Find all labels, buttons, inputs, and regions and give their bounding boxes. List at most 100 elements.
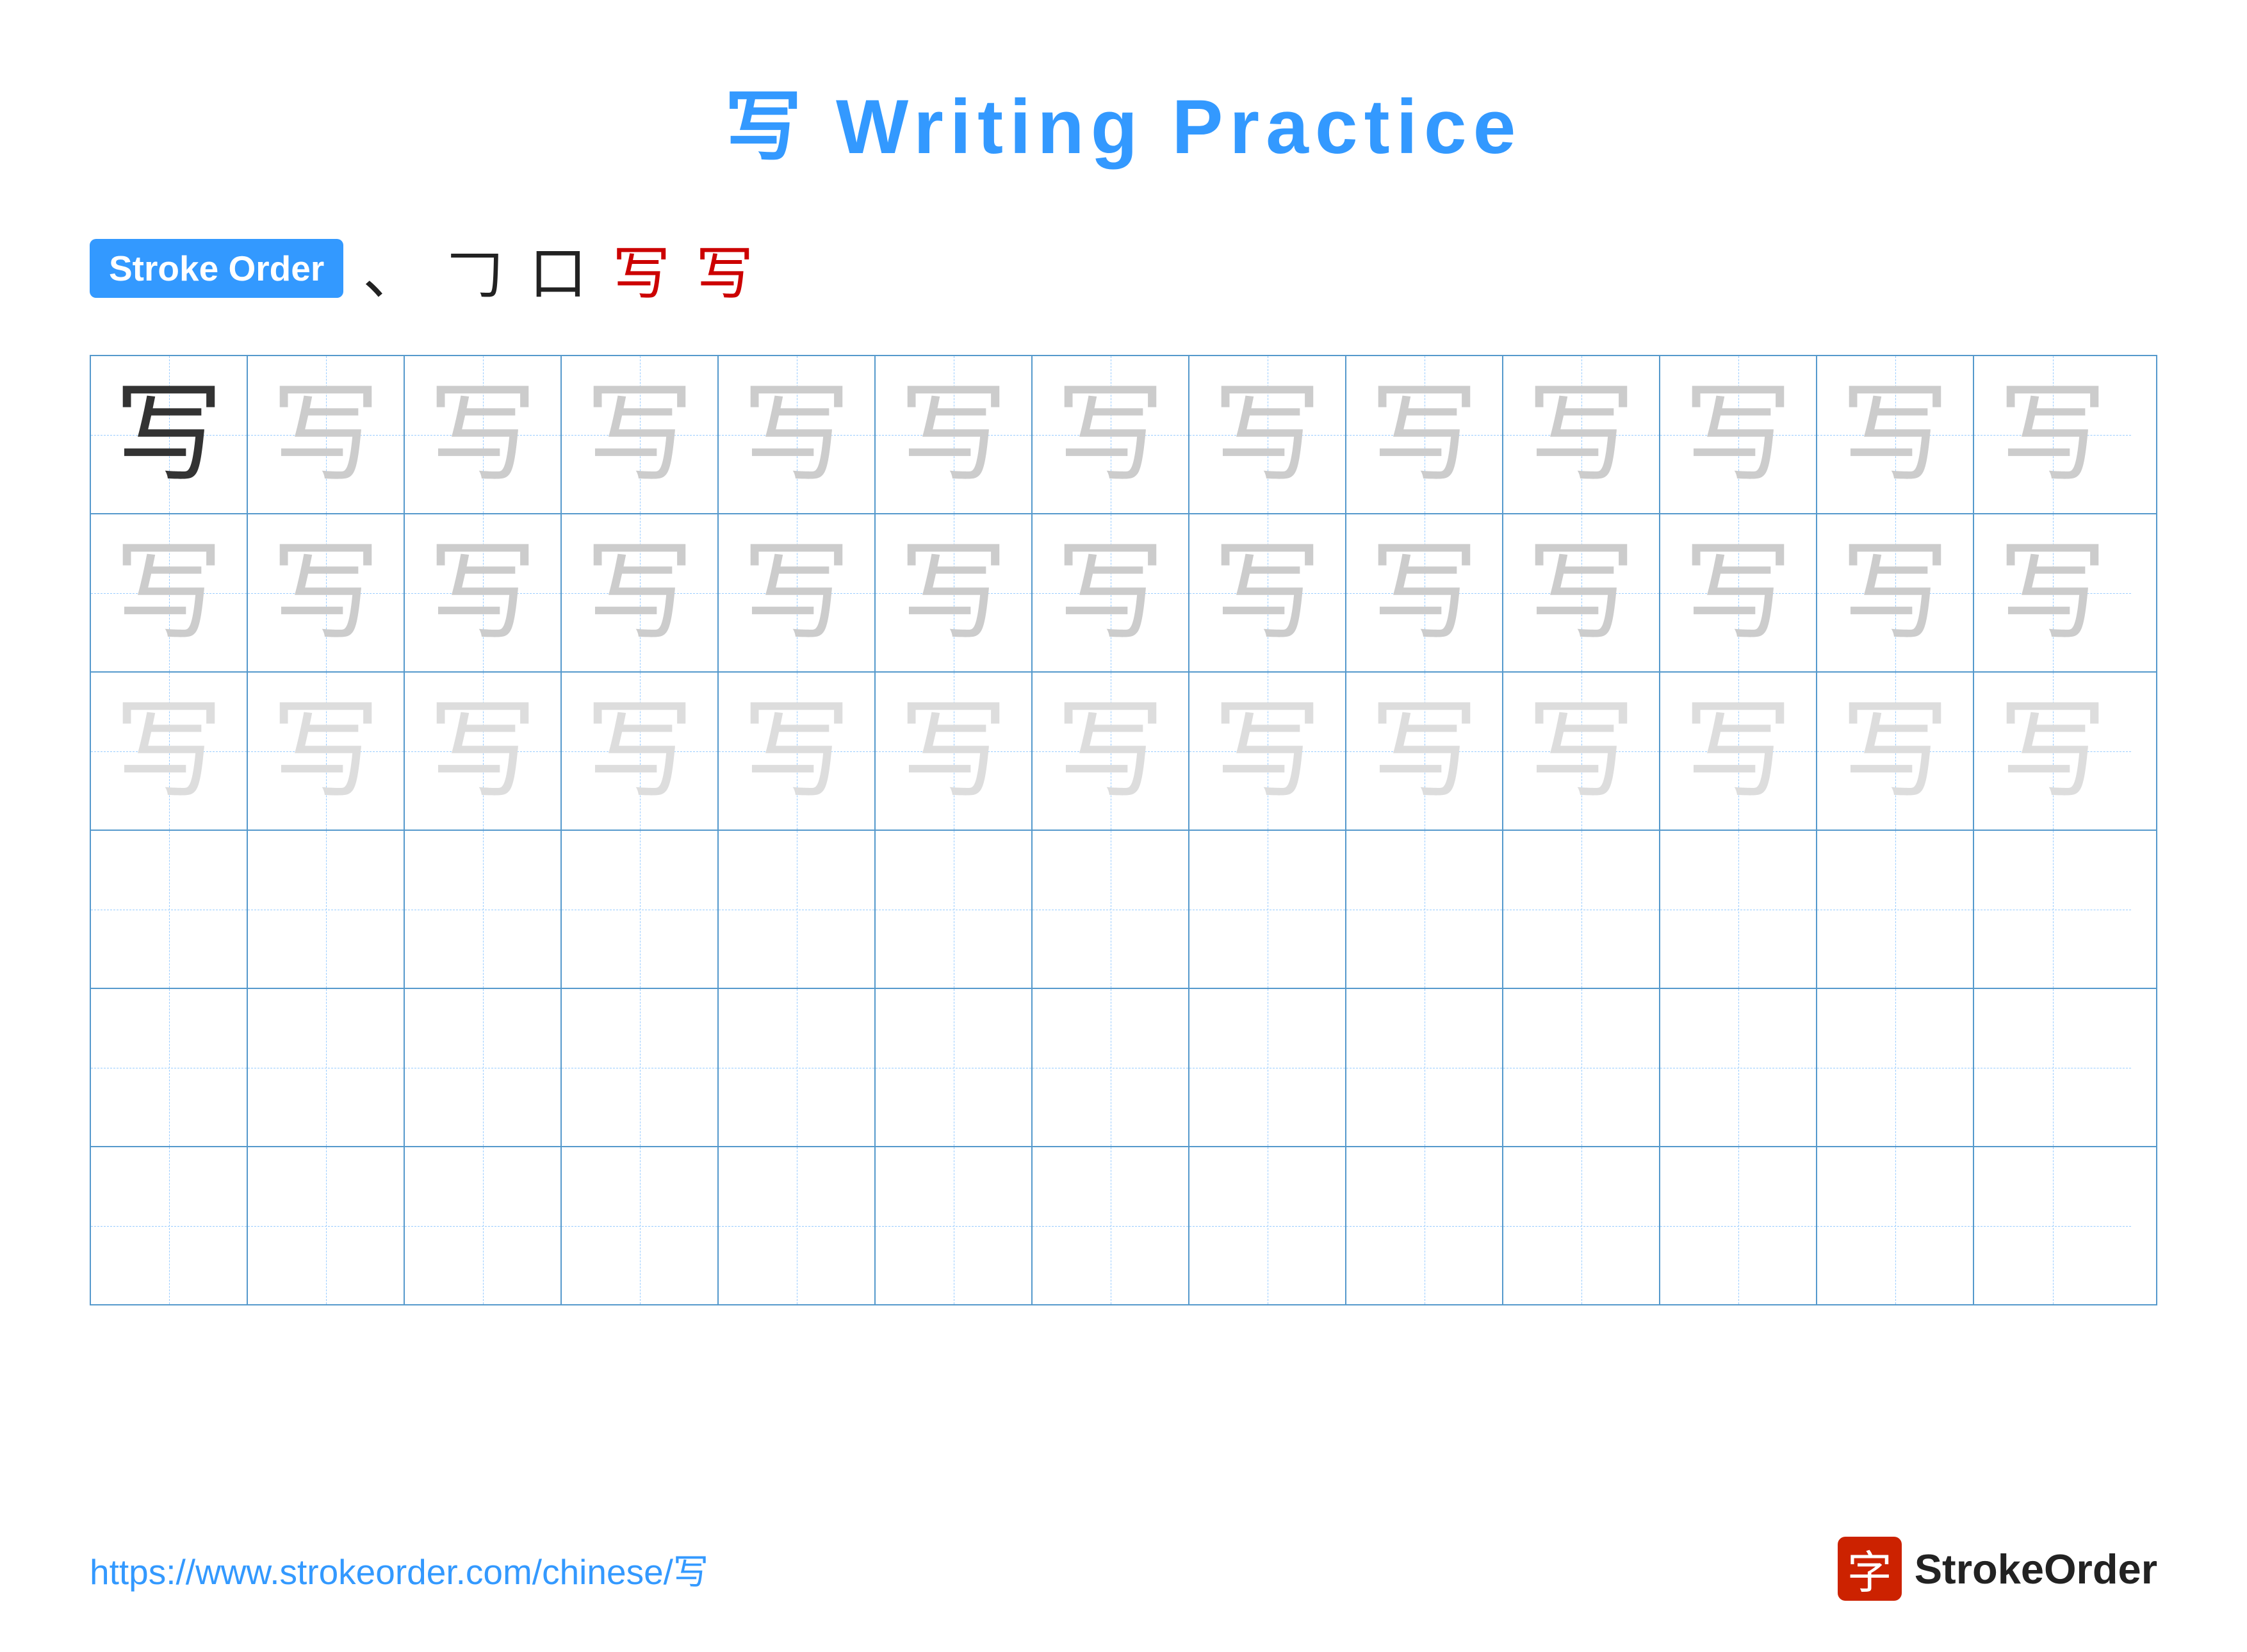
grid-cell[interactable]: 写 bbox=[248, 356, 405, 513]
grid-cell[interactable] bbox=[248, 1147, 405, 1304]
grid-cell[interactable]: 写 bbox=[1974, 673, 2131, 830]
grid-cell[interactable] bbox=[248, 831, 405, 988]
grid-cell[interactable] bbox=[1033, 989, 1189, 1146]
grid-cell[interactable]: 写 bbox=[876, 673, 1033, 830]
grid-cell[interactable] bbox=[562, 989, 719, 1146]
grid-cell[interactable] bbox=[719, 989, 876, 1146]
grid-row-0: 写写写写写写写写写写写写写 bbox=[91, 356, 2156, 514]
grid-cell[interactable]: 写 bbox=[1817, 673, 1974, 830]
grid-cell[interactable]: 写 bbox=[1503, 673, 1660, 830]
grid-cell[interactable] bbox=[1974, 1147, 2131, 1304]
grid-cell[interactable]: 写 bbox=[719, 356, 876, 513]
grid-cell[interactable] bbox=[1503, 989, 1660, 1146]
practice-char: 写 bbox=[1998, 380, 2107, 489]
grid-cell[interactable] bbox=[1033, 831, 1189, 988]
grid-cell[interactable]: 写 bbox=[1974, 356, 2131, 513]
practice-char: 写 bbox=[1998, 697, 2107, 806]
grid-cell[interactable]: 写 bbox=[1189, 673, 1346, 830]
practice-char: 写 bbox=[1213, 697, 1321, 806]
grid-cell[interactable] bbox=[562, 831, 719, 988]
grid-cell[interactable]: 写 bbox=[1817, 356, 1974, 513]
grid-cell[interactable] bbox=[1660, 1147, 1817, 1304]
grid-cell[interactable]: 写 bbox=[1817, 514, 1974, 671]
practice-char: 写 bbox=[1056, 697, 1164, 806]
grid-cell[interactable] bbox=[719, 1147, 876, 1304]
practice-char: 写 bbox=[899, 697, 1008, 806]
grid-cell[interactable]: 写 bbox=[876, 356, 1033, 513]
grid-cell[interactable] bbox=[1503, 1147, 1660, 1304]
grid-cell[interactable] bbox=[1817, 831, 1974, 988]
grid-cell[interactable]: 写 bbox=[876, 514, 1033, 671]
grid-row-4 bbox=[91, 989, 2156, 1147]
grid-cell[interactable] bbox=[876, 1147, 1033, 1304]
grid-cell[interactable]: 写 bbox=[562, 673, 719, 830]
grid-cell[interactable] bbox=[1189, 989, 1346, 1146]
grid-cell[interactable] bbox=[405, 1147, 562, 1304]
grid-cell[interactable] bbox=[719, 831, 876, 988]
practice-char: 写 bbox=[428, 380, 537, 489]
grid-cell[interactable]: 写 bbox=[1503, 356, 1660, 513]
grid-cell[interactable] bbox=[1033, 1147, 1189, 1304]
practice-char: 写 bbox=[585, 380, 694, 489]
grid-cell[interactable]: 写 bbox=[1346, 673, 1503, 830]
stroke-order-section: Stroke Order 、 𠃌 口 写 写 bbox=[90, 227, 2247, 310]
grid-cell[interactable]: 写 bbox=[1346, 356, 1503, 513]
grid-row-2: 写写写写写写写写写写写写写 bbox=[91, 673, 2156, 831]
grid-cell[interactable]: 写 bbox=[1189, 514, 1346, 671]
grid-cell[interactable] bbox=[91, 989, 248, 1146]
grid-cell[interactable]: 写 bbox=[1033, 356, 1189, 513]
grid-cell[interactable]: 写 bbox=[562, 514, 719, 671]
grid-cell[interactable]: 写 bbox=[1503, 514, 1660, 671]
grid-cell[interactable]: 写 bbox=[405, 673, 562, 830]
grid-cell[interactable] bbox=[405, 989, 562, 1146]
grid-cell[interactable]: 写 bbox=[1974, 514, 2131, 671]
footer-url: https://www.strokeorder.com/chinese/写 bbox=[90, 1543, 708, 1594]
practice-char: 写 bbox=[1840, 539, 1949, 648]
grid-cell[interactable] bbox=[1189, 1147, 1346, 1304]
grid-cell[interactable]: 写 bbox=[1346, 514, 1503, 671]
grid-cell[interactable] bbox=[1346, 989, 1503, 1146]
grid-cell[interactable] bbox=[405, 831, 562, 988]
grid-cell[interactable]: 写 bbox=[1033, 673, 1189, 830]
grid-cell[interactable] bbox=[91, 831, 248, 988]
grid-cell[interactable] bbox=[1974, 989, 2131, 1146]
grid-cell[interactable]: 写 bbox=[1033, 514, 1189, 671]
practice-char: 写 bbox=[1683, 697, 1792, 806]
grid-cell[interactable]: 写 bbox=[405, 514, 562, 671]
grid-cell[interactable] bbox=[1189, 831, 1346, 988]
grid-cell[interactable] bbox=[1503, 831, 1660, 988]
practice-char: 写 bbox=[1213, 380, 1321, 489]
grid-cell[interactable]: 写 bbox=[1660, 514, 1817, 671]
grid-cell[interactable] bbox=[248, 989, 405, 1146]
grid-cell[interactable] bbox=[1817, 989, 1974, 1146]
grid-cell[interactable] bbox=[1817, 1147, 1974, 1304]
grid-cell[interactable] bbox=[1660, 831, 1817, 988]
grid-cell[interactable] bbox=[91, 1147, 248, 1304]
practice-char: 写 bbox=[899, 539, 1008, 648]
grid-cell[interactable]: 写 bbox=[719, 514, 876, 671]
grid-cell[interactable] bbox=[876, 831, 1033, 988]
grid-cell[interactable] bbox=[876, 989, 1033, 1146]
grid-cell[interactable]: 写 bbox=[719, 673, 876, 830]
grid-cell[interactable]: 写 bbox=[1189, 356, 1346, 513]
grid-cell[interactable] bbox=[1660, 989, 1817, 1146]
grid-cell[interactable]: 写 bbox=[248, 514, 405, 671]
practice-char: 写 bbox=[585, 697, 694, 806]
grid-cell[interactable]: 写 bbox=[91, 356, 248, 513]
practice-char: 写 bbox=[742, 539, 851, 648]
grid-cell[interactable]: 写 bbox=[248, 673, 405, 830]
grid-cell[interactable]: 写 bbox=[562, 356, 719, 513]
practice-char: 写 bbox=[1056, 539, 1164, 648]
practice-char: 写 bbox=[1369, 539, 1478, 648]
grid-cell[interactable] bbox=[1346, 831, 1503, 988]
practice-char: 写 bbox=[271, 697, 380, 806]
grid-cell[interactable] bbox=[562, 1147, 719, 1304]
grid-cell[interactable] bbox=[1346, 1147, 1503, 1304]
grid-cell[interactable]: 写 bbox=[405, 356, 562, 513]
footer-logo: 字 StrokeOrder bbox=[1838, 1537, 2157, 1601]
grid-cell[interactable] bbox=[1974, 831, 2131, 988]
grid-cell[interactable]: 写 bbox=[91, 514, 248, 671]
grid-cell[interactable]: 写 bbox=[1660, 673, 1817, 830]
grid-cell[interactable]: 写 bbox=[91, 673, 248, 830]
grid-cell[interactable]: 写 bbox=[1660, 356, 1817, 513]
